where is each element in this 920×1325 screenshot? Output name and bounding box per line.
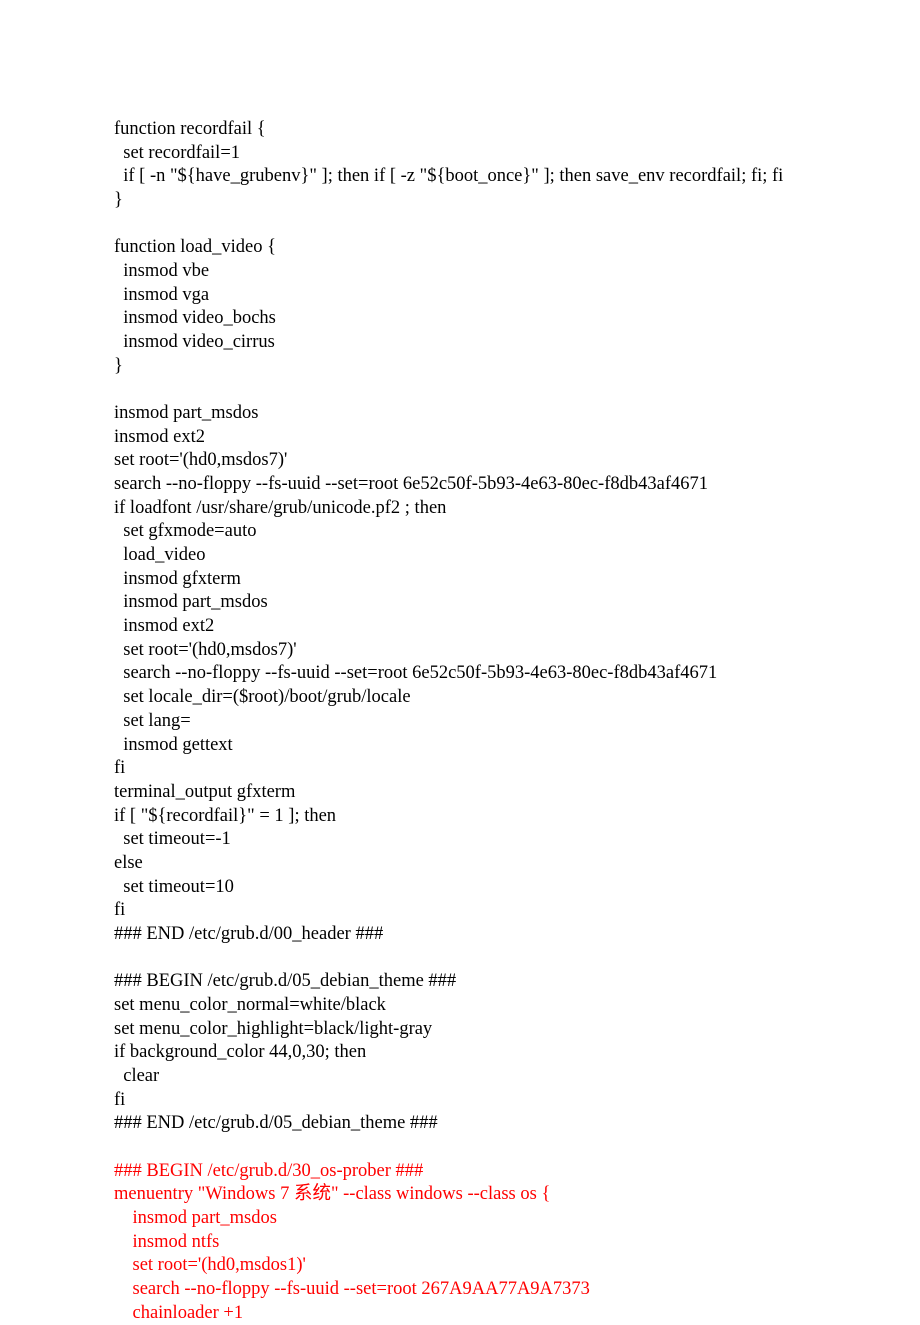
code-line: function load_video { bbox=[114, 236, 920, 260]
code-line: if background_color 44,0,30; then bbox=[114, 1041, 920, 1065]
code-line: set root='(hd0,msdos1)' bbox=[114, 1254, 920, 1278]
code-line bbox=[114, 947, 920, 971]
code-line: function recordfail { bbox=[114, 118, 920, 142]
code-line: set menu_color_normal=white/black bbox=[114, 994, 920, 1018]
code-line: insmod ext2 bbox=[114, 426, 920, 450]
code-line: set root='(hd0,msdos7)' bbox=[114, 449, 920, 473]
code-line: set menu_color_highlight=black/light-gra… bbox=[114, 1018, 920, 1042]
code-line: if [ -n "${have_grubenv}" ]; then if [ -… bbox=[114, 165, 920, 189]
code-line: fi bbox=[114, 1089, 920, 1113]
code-line bbox=[114, 213, 920, 237]
code-line: chainloader +1 bbox=[114, 1302, 920, 1325]
code-line: insmod part_msdos bbox=[114, 402, 920, 426]
code-line: fi bbox=[114, 757, 920, 781]
document-page: function recordfail { set recordfail=1 i… bbox=[0, 0, 920, 1325]
code-line: set timeout=-1 bbox=[114, 828, 920, 852]
code-line: ### END /etc/grub.d/00_header ### bbox=[114, 923, 920, 947]
code-line: ### BEGIN /etc/grub.d/05_debian_theme ##… bbox=[114, 970, 920, 994]
code-line: } bbox=[114, 189, 920, 213]
code-line: search --no-floppy --fs-uuid --set=root … bbox=[114, 473, 920, 497]
code-line: load_video bbox=[114, 544, 920, 568]
code-line: insmod part_msdos bbox=[114, 1207, 920, 1231]
code-line: if [ "${recordfail}" = 1 ]; then bbox=[114, 805, 920, 829]
code-line: set gfxmode=auto bbox=[114, 520, 920, 544]
code-line: search --no-floppy --fs-uuid --set=root … bbox=[114, 1278, 920, 1302]
code-line bbox=[114, 1136, 920, 1160]
code-line: insmod video_bochs bbox=[114, 307, 920, 331]
code-line: insmod vga bbox=[114, 284, 920, 308]
code-line: fi bbox=[114, 899, 920, 923]
code-line: ### END /etc/grub.d/05_debian_theme ### bbox=[114, 1112, 920, 1136]
code-line: else bbox=[114, 852, 920, 876]
code-line: insmod part_msdos bbox=[114, 591, 920, 615]
code-line: set timeout=10 bbox=[114, 876, 920, 900]
code-line: terminal_output gfxterm bbox=[114, 781, 920, 805]
code-line: menuentry "Windows 7 系统" --class windows… bbox=[114, 1183, 920, 1207]
code-line: ### BEGIN /etc/grub.d/30_os-prober ### bbox=[114, 1160, 920, 1184]
code-line: set recordfail=1 bbox=[114, 142, 920, 166]
code-line: insmod ext2 bbox=[114, 615, 920, 639]
code-line: if loadfont /usr/share/grub/unicode.pf2 … bbox=[114, 497, 920, 521]
code-line: insmod gettext bbox=[114, 734, 920, 758]
code-line: search --no-floppy --fs-uuid --set=root … bbox=[114, 662, 920, 686]
code-line: set lang= bbox=[114, 710, 920, 734]
code-line: insmod vbe bbox=[114, 260, 920, 284]
code-line: insmod video_cirrus bbox=[114, 331, 920, 355]
code-line: insmod ntfs bbox=[114, 1231, 920, 1255]
code-line bbox=[114, 378, 920, 402]
code-line: set root='(hd0,msdos7)' bbox=[114, 639, 920, 663]
code-line: clear bbox=[114, 1065, 920, 1089]
code-line: set locale_dir=($root)/boot/grub/locale bbox=[114, 686, 920, 710]
code-line: insmod gfxterm bbox=[114, 568, 920, 592]
code-line: } bbox=[114, 355, 920, 379]
